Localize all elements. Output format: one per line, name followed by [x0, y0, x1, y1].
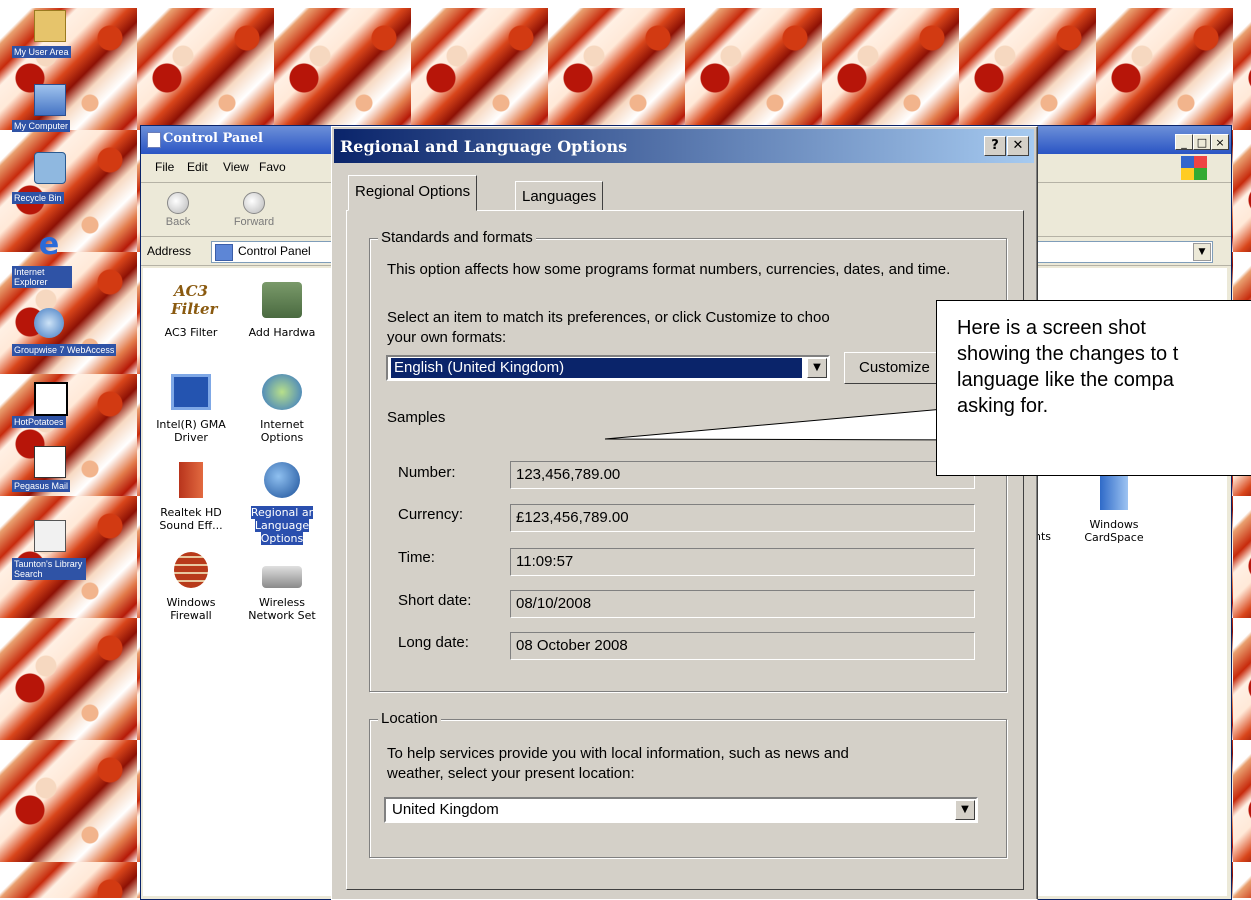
- tab-regional-options[interactable]: Regional Options: [348, 175, 478, 211]
- callout-text: Here is a screen shot showing the change…: [957, 317, 1179, 417]
- annotation-callout: Here is a screen shot showing the change…: [936, 300, 1251, 476]
